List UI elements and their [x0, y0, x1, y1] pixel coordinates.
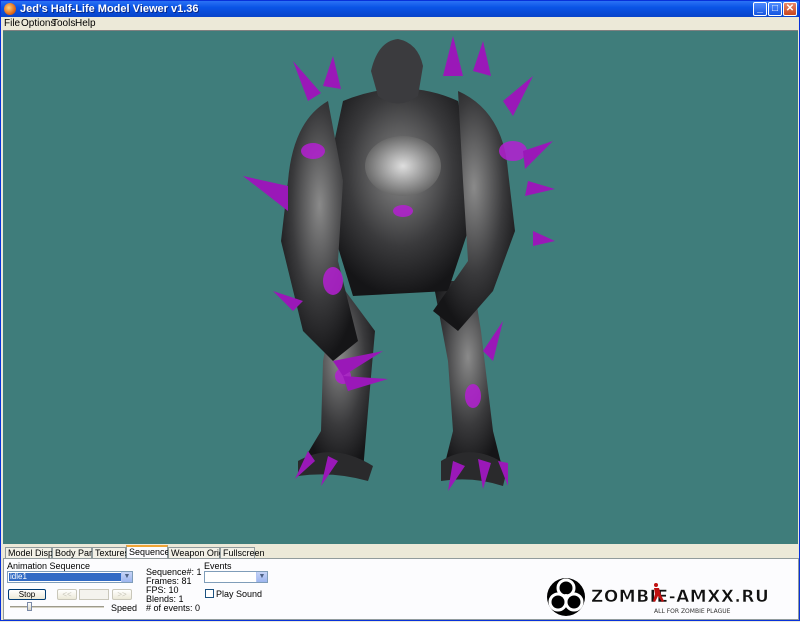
close-button[interactable]: ✕	[783, 2, 797, 16]
animation-sequence-label: Animation Sequence	[7, 561, 91, 571]
next-frame-button[interactable]: >>	[112, 589, 132, 600]
logo-text: ZOMBIE-AMXX.RU	[591, 587, 769, 607]
model-viewport[interactable]	[3, 30, 798, 544]
menu-help[interactable]: Help	[75, 18, 96, 29]
menu-tools[interactable]: Tools	[52, 18, 75, 29]
title-bar: Jed's Half-Life Model Viewer v1.36 _ □ ✕	[1, 1, 799, 17]
window-title: Jed's Half-Life Model Viewer v1.36	[20, 3, 199, 15]
events-select[interactable]: ▼	[204, 571, 268, 583]
animation-sequence-select[interactable]: idle1 ▼	[7, 571, 133, 583]
app-window: Jed's Half-Life Model Viewer v1.36 _ □ ✕…	[0, 0, 800, 621]
zombie-amxx-logo: ZOMBIE-AMXX.RU ALL FOR ZOMBIE PLAGUE	[544, 575, 794, 619]
stop-button[interactable]: Stop	[8, 589, 46, 600]
frame-input[interactable]	[79, 589, 109, 600]
menu-bar: File Options Tools Help	[1, 17, 799, 30]
chevron-down-icon[interactable]: ▼	[121, 572, 132, 582]
tab-sequences[interactable]: Sequences	[126, 545, 174, 559]
zombie-model-render	[243, 36, 555, 491]
speed-label: Speed	[111, 603, 138, 613]
maximize-button[interactable]: □	[768, 2, 782, 16]
minimize-button[interactable]: _	[753, 2, 767, 16]
app-icon[interactable]	[4, 3, 16, 15]
events-label: Events	[204, 561, 232, 571]
menu-file[interactable]: File	[4, 18, 20, 29]
chevron-down-icon[interactable]: ▼	[256, 572, 267, 582]
play-sound-label: Play Sound	[216, 589, 263, 599]
animation-sequence-value: idle1	[9, 573, 121, 581]
speed-slider-track[interactable]	[10, 606, 104, 608]
play-sound-checkbox[interactable]	[205, 589, 214, 598]
menu-options[interactable]: Options	[21, 18, 55, 29]
prev-frame-button[interactable]: <<	[57, 589, 77, 600]
speed-slider-thumb[interactable]	[26, 602, 32, 611]
biohazard-icon	[547, 578, 585, 616]
events-count: # of events: 0	[146, 603, 201, 613]
logo-tagline: ALL FOR ZOMBIE PLAGUE	[654, 608, 731, 615]
